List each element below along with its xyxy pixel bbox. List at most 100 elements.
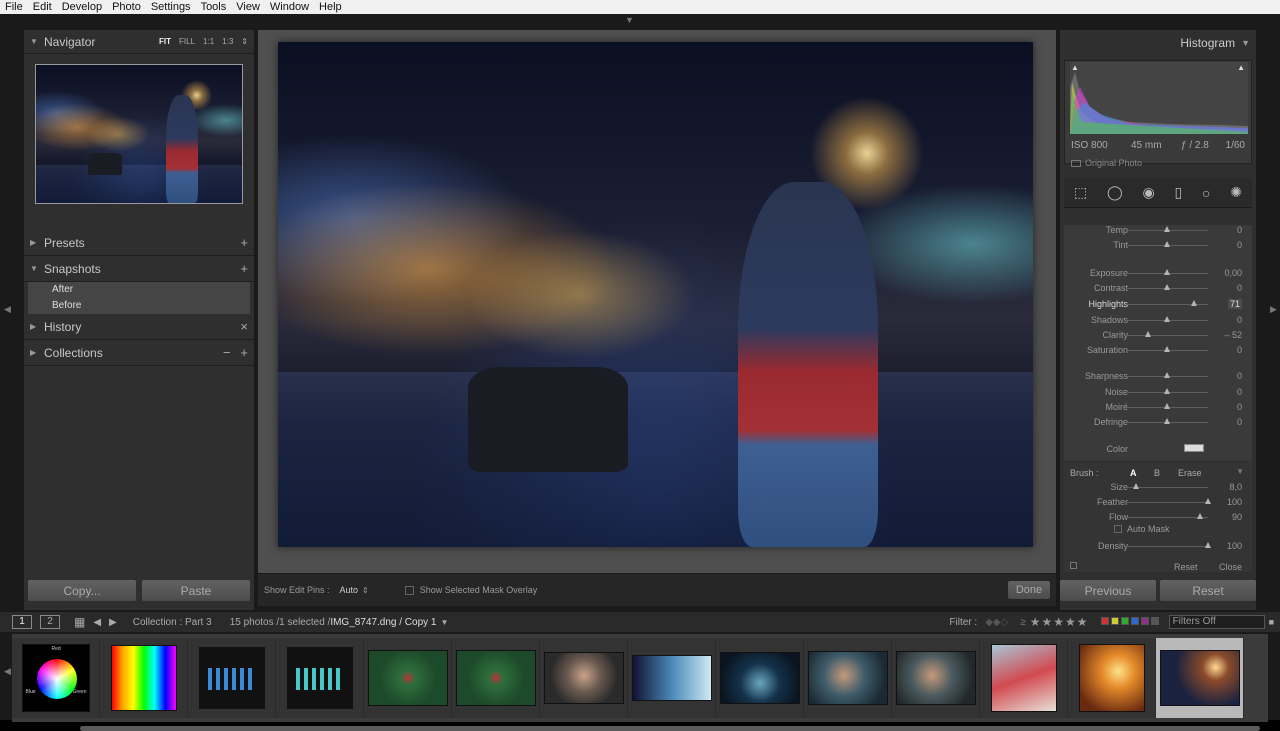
filmstrip-thumbnail[interactable] — [631, 655, 712, 701]
slider-clarity[interactable]: Clarity – 52 — [1064, 328, 1252, 342]
filter-preset-select[interactable]: Filters Off — [1168, 615, 1265, 629]
remove-collection-button[interactable]: − — [223, 345, 231, 360]
brush-feather-slider[interactable]: Feather 100 — [1064, 495, 1252, 509]
filmstrip-thumbnail[interactable] — [895, 651, 976, 705]
spot-removal-icon[interactable]: ◯ — [1107, 184, 1123, 201]
filmstrip-cell[interactable] — [1068, 638, 1156, 718]
zoom-1-3[interactable]: 1:3 — [222, 37, 233, 46]
secondary-window-button[interactable]: 2 — [40, 615, 60, 629]
slider-highlights[interactable]: Highlights 71 — [1064, 297, 1252, 311]
filmstrip-cell[interactable] — [452, 638, 540, 718]
brush-erase-tab[interactable]: Erase — [1178, 468, 1202, 478]
filmstrip-thumbnail[interactable] — [367, 650, 448, 706]
filmstrip-thumbnail[interactable] — [990, 644, 1057, 712]
adjustment-brush-icon[interactable]: ✺ — [1230, 184, 1242, 201]
filmstrip-cell[interactable] — [188, 638, 276, 718]
snapshot-before[interactable]: Before — [28, 298, 250, 314]
zoom-fit[interactable]: FIT — [159, 37, 171, 46]
slider-contrast[interactable]: Contrast 0 — [1064, 281, 1252, 295]
brush-close-button[interactable]: Close — [1219, 562, 1242, 572]
brush-size-slider[interactable]: Size 8,0 — [1064, 480, 1252, 494]
slider-knob[interactable] — [1164, 316, 1170, 322]
mask-overlay-checkbox[interactable] — [404, 585, 414, 595]
zoom-fill[interactable]: FILL — [179, 37, 195, 46]
zoom-1-1[interactable]: 1:1 — [203, 37, 214, 46]
slider-knob[interactable] — [1164, 418, 1170, 424]
slider-knob[interactable] — [1164, 388, 1170, 394]
filmstrip-scrollbar[interactable] — [80, 726, 1260, 731]
left-panel-toggle-icon[interactable]: ◀ — [4, 304, 11, 315]
filmstrip-thumbnail[interactable] — [110, 645, 177, 711]
menu-photo[interactable]: Photo — [107, 0, 146, 14]
lock-icon[interactable]: ■ — [1269, 617, 1274, 627]
filmstrip-thumbnail[interactable] — [1159, 650, 1240, 706]
filmstrip-cell[interactable] — [276, 638, 364, 718]
main-photo[interactable] — [278, 42, 1033, 547]
slider-shadows[interactable]: Shadows 0 — [1064, 313, 1252, 327]
add-collection-button[interactable]: + — [240, 345, 248, 360]
chevron-down-icon[interactable]: ▼ — [441, 618, 449, 627]
history-section[interactable]: ▶ History × — [24, 314, 254, 340]
slider-knob[interactable] — [1132, 483, 1139, 489]
filmstrip-thumbnail[interactable] — [286, 647, 353, 709]
presets-section[interactable]: ▶ Presets + — [24, 230, 254, 256]
menu-develop[interactable]: Develop — [57, 0, 107, 14]
filmstrip-thumbnail[interactable]: Red Blue Green — [21, 644, 90, 712]
slider-saturation[interactable]: Saturation 0 — [1064, 343, 1252, 357]
paste-button[interactable]: Paste — [142, 580, 250, 601]
filmstrip-thumbnail[interactable] — [807, 651, 888, 705]
filmstrip-thumbnail[interactable] — [543, 652, 624, 704]
brush-flow-slider[interactable]: Flow 90 — [1064, 510, 1252, 524]
graduated-filter-icon[interactable]: ▯ — [1174, 184, 1182, 201]
filmstrip-thumbnail[interactable] — [198, 647, 265, 709]
grid-view-icon[interactable]: ▦ — [74, 615, 85, 629]
slider-exposure[interactable]: Exposure 0,00 — [1064, 266, 1252, 280]
slider-knob[interactable] — [1191, 300, 1198, 306]
color-swatch-row[interactable]: Color — [1064, 442, 1252, 456]
menu-help[interactable]: Help — [314, 0, 347, 14]
crop-tool-icon[interactable]: ⬚ — [1074, 184, 1087, 201]
highlight-clipping-icon[interactable]: ▲ — [1237, 63, 1245, 72]
copy-button[interactable]: Copy... — [28, 580, 136, 601]
zoom-dropdown-icon[interactable]: ⇕ — [241, 37, 248, 46]
red-eye-icon[interactable]: ◉ — [1142, 184, 1154, 201]
brush-reset-button[interactable]: Reset — [1174, 562, 1198, 572]
slider-moir[interactable]: Moiré 0 — [1064, 400, 1252, 414]
previous-button[interactable]: Previous — [1060, 580, 1156, 601]
slider-knob[interactable] — [1164, 284, 1170, 290]
filmstrip-cell[interactable]: Red Blue Green — [12, 638, 100, 718]
slider-knob[interactable] — [1164, 346, 1170, 352]
slider-tint[interactable]: Tint 0 — [1064, 238, 1252, 252]
shadow-clipping-icon[interactable]: ▲ — [1071, 63, 1079, 72]
top-panel-toggle-icon[interactable]: ▼ — [625, 15, 634, 25]
slider-knob[interactable] — [1205, 498, 1211, 504]
done-button[interactable]: Done — [1008, 581, 1050, 599]
slider-knob[interactable] — [1145, 331, 1152, 337]
original-photo-toggle[interactable]: Original Photo — [1071, 158, 1142, 168]
right-panel-toggle-icon[interactable]: ▶ — [1270, 304, 1277, 315]
menu-file[interactable]: File — [0, 0, 28, 14]
slider-knob[interactable] — [1164, 372, 1170, 378]
menu-edit[interactable]: Edit — [28, 0, 57, 14]
filmstrip-thumbnail[interactable] — [719, 652, 800, 704]
snapshots-section[interactable]: ▼ Snapshots + — [24, 256, 254, 282]
primary-window-button[interactable]: 1 — [12, 615, 32, 629]
filmstrip-cell[interactable] — [364, 638, 452, 718]
filmstrip-cell[interactable] — [540, 638, 628, 718]
color-swatch[interactable] — [1184, 444, 1204, 452]
reset-button[interactable]: Reset — [1160, 580, 1256, 601]
edit-pins-select[interactable]: Auto — [340, 585, 359, 595]
add-snapshot-button[interactable]: + — [240, 261, 248, 276]
rating-operator-icon[interactable]: ≥ — [1020, 617, 1026, 628]
chevron-down-icon[interactable]: ⇕ — [362, 586, 369, 595]
filmstrip-cell[interactable] — [804, 638, 892, 718]
filmstrip-thumbnail[interactable] — [1078, 644, 1145, 712]
slider-knob[interactable] — [1196, 513, 1203, 519]
slider-defringe[interactable]: Defringe 0 — [1064, 415, 1252, 429]
back-arrow-icon[interactable]: ◀ — [93, 617, 101, 628]
radial-filter-icon[interactable]: ○ — [1202, 185, 1210, 201]
brush-a-tab[interactable]: A — [1130, 468, 1137, 478]
slider-noise[interactable]: Noise 0 — [1064, 385, 1252, 399]
filmstrip-left-toggle-icon[interactable]: ◀ — [4, 666, 11, 677]
filmstrip-cell[interactable] — [100, 638, 188, 718]
